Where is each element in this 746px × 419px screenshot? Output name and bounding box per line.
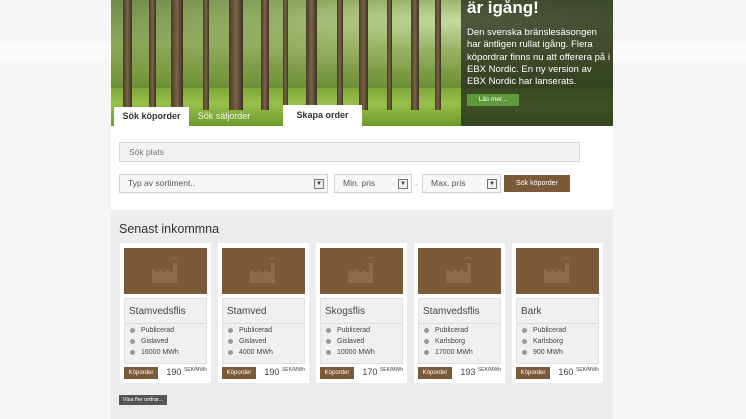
- status-icon: [130, 327, 135, 333]
- order-card[interactable]: Stamved Publicerad Gislaved 4000 MWh Köp…: [218, 243, 309, 383]
- page-background-left: [0, 0, 111, 419]
- order-image: [320, 248, 403, 294]
- order-name: Stamvedsflis: [423, 306, 480, 317]
- order-image: [124, 248, 207, 294]
- order-price: 190 SEK/MWh: [264, 367, 305, 377]
- order-image: [516, 248, 599, 294]
- location-icon: [326, 338, 331, 344]
- factory-icon: [544, 257, 570, 283]
- min-price-value: Min. pris: [343, 178, 376, 188]
- max-price-value: Max. pris: [431, 178, 466, 188]
- buy-order-button[interactable]: Köporder: [124, 367, 158, 379]
- order-price: 170 SEK/MWh: [362, 367, 403, 377]
- buy-order-button[interactable]: Köporder: [222, 367, 256, 379]
- buy-order-button[interactable]: Köporder: [516, 367, 550, 379]
- tab-search-buy-orders[interactable]: Sök köporder: [114, 107, 189, 126]
- dropdown-arrow-icon: ▼: [398, 179, 408, 189]
- dropdown-arrow-icon: ▼: [487, 179, 497, 189]
- tab-create-order[interactable]: Skapa order: [283, 105, 362, 126]
- order-name: Stamvedsflis: [129, 306, 186, 317]
- order-status: Publicerad: [533, 327, 567, 334]
- volume-icon: [130, 349, 135, 355]
- buy-order-button[interactable]: Köporder: [320, 367, 354, 379]
- order-name: Skogsflis: [325, 306, 366, 317]
- order-status: Publicerad: [435, 327, 469, 334]
- max-price-select[interactable]: Max. pris ▼: [422, 174, 501, 193]
- dropdown-arrow-icon: ▼: [314, 179, 324, 189]
- min-price-select[interactable]: Min. pris ▼: [334, 174, 412, 193]
- assortment-select[interactable]: Typ av sortiment.. ▼: [119, 174, 328, 193]
- hero-title: är igång!: [467, 0, 539, 17]
- location-icon: [228, 338, 233, 344]
- location-icon: [424, 338, 429, 344]
- order-card[interactable]: Bark Publicerad Karlsborg 900 MWh Köpord…: [512, 243, 603, 383]
- status-icon: [228, 327, 233, 333]
- order-location: Karlsborg: [435, 338, 465, 345]
- factory-icon: [348, 257, 374, 283]
- price-range-separator: -: [415, 180, 418, 189]
- order-location: Gislaved: [337, 338, 365, 345]
- volume-icon: [522, 349, 527, 355]
- order-name: Stamved: [227, 306, 267, 317]
- order-image: [222, 248, 305, 294]
- hero-text: Den svenska bränslesäsongen har äntligen…: [467, 27, 610, 88]
- order-status: Publicerad: [337, 327, 371, 334]
- status-icon: [326, 327, 331, 333]
- order-image: [418, 248, 501, 294]
- order-location: Gislaved: [239, 338, 267, 345]
- status-icon: [424, 327, 429, 333]
- tab-search-sell-orders[interactable]: Sök säljorder: [191, 107, 257, 126]
- order-status: Publicerad: [141, 327, 175, 334]
- order-location: Gislaved: [141, 338, 169, 345]
- order-price: 160 SEK/MWh: [558, 367, 599, 377]
- place-search-input[interactable]: [119, 142, 580, 162]
- main-content: är igång! Den svenska bränslesäsongen ha…: [111, 0, 613, 419]
- status-icon: [522, 327, 527, 333]
- order-price: 193 SEK/MWh: [460, 367, 501, 377]
- volume-icon: [228, 349, 233, 355]
- location-icon: [522, 338, 527, 344]
- order-volume: 16000 MWh: [141, 349, 179, 356]
- order-card[interactable]: Stamvedsflis Publicerad Gislaved 16000 M…: [120, 243, 211, 383]
- volume-icon: [326, 349, 331, 355]
- volume-icon: [424, 349, 429, 355]
- order-volume: 17000 MWh: [435, 349, 473, 356]
- order-price: 190 SEK/MWh: [166, 367, 207, 377]
- factory-icon: [446, 257, 472, 283]
- order-volume: 10000 MWh: [337, 349, 375, 356]
- buy-order-button[interactable]: Köporder: [418, 367, 452, 379]
- order-volume: 4000 MWh: [239, 349, 273, 356]
- order-location: Karlsborg: [533, 338, 563, 345]
- order-card[interactable]: Skogsflis Publicerad Gislaved 10000 MWh …: [316, 243, 407, 383]
- page-background-right: [613, 0, 746, 419]
- read-more-button[interactable]: Läs mer...: [467, 94, 519, 106]
- factory-icon: [250, 257, 276, 283]
- show-more-orders-button[interactable]: Visa fler ordrar...: [119, 395, 167, 405]
- factory-icon: [152, 257, 178, 283]
- order-card[interactable]: Stamvedsflis Publicerad Karlsborg 17000 …: [414, 243, 505, 383]
- assortment-select-value: Typ av sortiment..: [128, 178, 196, 188]
- order-status: Publicerad: [239, 327, 273, 334]
- order-volume: 900 MWh: [533, 349, 563, 356]
- order-name: Bark: [521, 306, 542, 317]
- search-buy-orders-button[interactable]: Sök köporder: [504, 175, 570, 192]
- location-icon: [130, 338, 135, 344]
- recent-orders-title: Senast inkommna: [119, 222, 220, 236]
